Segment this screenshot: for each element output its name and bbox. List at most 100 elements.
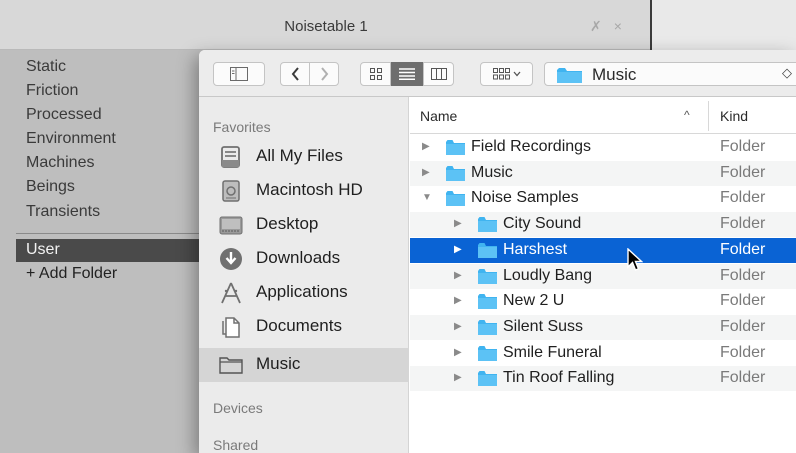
- folder-icon: [478, 242, 497, 258]
- path-popup[interactable]: Music ◇: [544, 62, 796, 86]
- disclosure-closed-icon[interactable]: ▶: [422, 167, 430, 178]
- sidebar-item-downloads[interactable]: Downloads: [199, 242, 409, 275]
- sidebar-separator: [16, 233, 200, 234]
- forward-button[interactable]: [309, 62, 339, 86]
- row-name: Silent Suss: [503, 317, 584, 335]
- sidebar-item-macintosh-hd[interactable]: Macintosh HD: [199, 174, 409, 207]
- open-dialog: Music ◇ Favorites All My Files Macintosh…: [199, 50, 796, 453]
- arrange-icon: [492, 68, 520, 80]
- disclosure-closed-icon[interactable]: ▶: [454, 270, 462, 281]
- category-processed[interactable]: Processed: [26, 106, 102, 124]
- chevron-right-icon: [320, 67, 328, 81]
- all-my-files-icon: [221, 146, 240, 168]
- back-button[interactable]: [280, 62, 310, 86]
- sidebar-item-label: All My Files: [256, 146, 343, 165]
- sidebar-item-label: Downloads: [256, 248, 341, 267]
- row-name: Music: [471, 163, 513, 181]
- sidebar-item-all-my-files[interactable]: All My Files: [199, 140, 409, 173]
- folder-icon: [446, 165, 465, 181]
- disclosure-closed-icon[interactable]: ▶: [454, 347, 462, 358]
- path-label: Music: [592, 65, 637, 84]
- category-transients[interactable]: Transients: [26, 203, 100, 221]
- disclosure-closed-icon[interactable]: ▶: [454, 218, 462, 229]
- column-view-icon: [430, 68, 447, 80]
- folder-icon: [478, 345, 497, 361]
- sidebar-toggle-button[interactable]: [213, 62, 265, 86]
- category-static[interactable]: Static: [26, 58, 66, 76]
- window-title: Noisetable 1: [284, 18, 368, 35]
- table-row[interactable]: ▶ New 2 U Folder: [410, 289, 796, 314]
- sidebar-item-applications[interactable]: Applications: [199, 276, 409, 309]
- disclosure-closed-icon[interactable]: ▶: [454, 295, 462, 306]
- row-kind: Folder: [720, 215, 766, 233]
- table-row[interactable]: ▶ Harshest Folder: [410, 237, 796, 263]
- row-name: City Sound: [503, 215, 582, 233]
- category-environment[interactable]: Environment: [26, 130, 116, 148]
- row-name: New 2 U: [503, 292, 565, 310]
- folder-icon: [219, 357, 243, 374]
- column-divider[interactable]: [708, 101, 709, 131]
- category-sidebar: Static Friction Processed Environment Ma…: [0, 50, 200, 453]
- icon-view-button[interactable]: [360, 62, 391, 86]
- disclosure-open-icon[interactable]: ▼: [422, 192, 432, 203]
- category-beings[interactable]: Beings: [26, 178, 75, 196]
- list-header: Name ^ Kind: [410, 97, 796, 134]
- sort-ascending-icon: ^: [684, 108, 690, 122]
- icon-view-icon: [369, 68, 382, 80]
- row-kind: Folder: [720, 240, 766, 258]
- pin-icon[interactable]: ✗: [590, 18, 602, 34]
- table-row[interactable]: ▶ Smile Funeral Folder: [410, 341, 796, 366]
- user-item[interactable]: User: [16, 239, 200, 262]
- table-row[interactable]: ▶ Silent Suss Folder: [410, 314, 796, 340]
- table-row[interactable]: ▶ City Sound Folder: [410, 212, 796, 238]
- chevron-left-icon: [291, 67, 299, 81]
- row-kind: Folder: [720, 138, 766, 155]
- table-row[interactable]: ▶ Field Recordings Folder: [410, 135, 796, 160]
- column-header-name[interactable]: Name: [420, 108, 457, 124]
- table-row[interactable]: ▶ Tin Roof Falling Folder: [410, 366, 796, 392]
- sidebar-item-desktop[interactable]: Desktop: [199, 208, 409, 241]
- desktop-icon: [219, 216, 243, 235]
- add-folder-button[interactable]: + Add Folder: [26, 265, 117, 283]
- updown-chevron-icon: ◇: [782, 65, 792, 80]
- row-name: Smile Funeral: [503, 343, 602, 361]
- sidebar-item-label: Applications: [256, 282, 348, 301]
- row-kind: Folder: [720, 163, 766, 181]
- column-header-kind[interactable]: Kind: [720, 108, 748, 124]
- disclosure-closed-icon[interactable]: ▶: [454, 321, 462, 332]
- table-row[interactable]: ▶ Loudly Bang Folder: [410, 263, 796, 289]
- row-kind: Folder: [720, 317, 766, 335]
- hard-drive-icon: [222, 180, 240, 202]
- category-machines[interactable]: Machines: [26, 154, 94, 172]
- sidebar-item-documents[interactable]: Documents: [199, 310, 409, 343]
- column-view-button[interactable]: [423, 62, 454, 86]
- row-kind: Folder: [720, 292, 766, 310]
- row-name: Field Recordings: [471, 138, 592, 155]
- sidebar-item-music[interactable]: Music: [199, 348, 409, 382]
- row-kind: Folder: [720, 369, 766, 387]
- disclosure-closed-icon[interactable]: ▶: [454, 244, 462, 255]
- applications-icon: [221, 282, 241, 304]
- dialog-toolbar: Music ◇: [199, 50, 796, 97]
- category-friction[interactable]: Friction: [26, 82, 78, 100]
- close-icon[interactable]: ×: [614, 18, 622, 34]
- user-item-label: User: [26, 241, 60, 258]
- table-row[interactable]: ▶ Music Folder: [410, 160, 796, 186]
- sidebar-item-label: Desktop: [256, 214, 319, 233]
- arrange-button[interactable]: [480, 62, 533, 86]
- row-name: Noise Samples: [471, 189, 579, 207]
- file-list: Name ^ Kind ▶ Field Recordings Folder ▶ Musi…: [410, 97, 796, 453]
- app-titlebar: Noisetable 1 ✗ ×: [0, 0, 652, 50]
- table-row[interactable]: ▼ Noise Samples Folder: [410, 186, 796, 211]
- row-kind: Folder: [720, 266, 766, 284]
- folder-icon: [478, 319, 497, 335]
- mouse-cursor-icon: [627, 248, 643, 271]
- finder-sidebar: Favorites All My Files Macintosh HD Desk…: [199, 97, 409, 453]
- folder-icon: [478, 294, 497, 310]
- list-view-button[interactable]: [391, 62, 423, 86]
- disclosure-closed-icon[interactable]: ▶: [454, 372, 462, 383]
- folder-icon: [478, 268, 497, 284]
- window-right-area: [652, 0, 796, 50]
- devices-header: Devices: [213, 400, 263, 416]
- disclosure-closed-icon[interactable]: ▶: [422, 141, 430, 152]
